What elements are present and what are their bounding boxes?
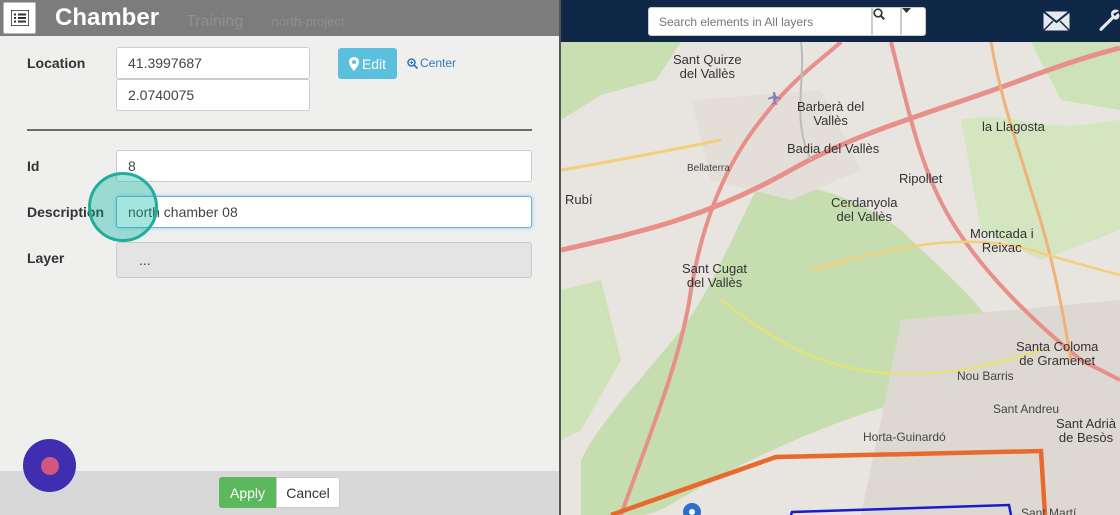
map-marker-icon bbox=[348, 56, 359, 71]
zoom-icon bbox=[407, 57, 418, 69]
place-bellaterra: Bellaterra bbox=[687, 163, 730, 174]
map-canvas[interactable] bbox=[561, 0, 1120, 515]
apply-button[interactable]: Apply bbox=[219, 477, 276, 508]
panel-header: Training north-project Chamber bbox=[0, 0, 559, 36]
search-input[interactable] bbox=[648, 7, 872, 36]
layer-label: Layer bbox=[27, 250, 65, 266]
floating-action-button[interactable] bbox=[23, 439, 76, 492]
background-tabs: Training north-project bbox=[186, 13, 369, 31]
cancel-button[interactable]: Cancel bbox=[276, 477, 340, 508]
edit-label: Edit bbox=[361, 55, 387, 72]
description-field[interactable] bbox=[116, 196, 532, 228]
place-sant-andreu: Sant Andreu bbox=[993, 402, 1060, 416]
center-label: Center bbox=[420, 56, 457, 70]
search-options-dropdown[interactable] bbox=[901, 7, 926, 36]
place-sant-adria: Sant Adrià de Besòs bbox=[1056, 416, 1116, 445]
longitude-field[interactable] bbox=[116, 79, 310, 111]
touch-indicator bbox=[88, 172, 158, 242]
caret-down-icon bbox=[902, 8, 911, 13]
panel-title: Chamber bbox=[55, 4, 160, 31]
place-barbera: Barberà del Vallès bbox=[797, 99, 865, 128]
id-field[interactable] bbox=[116, 150, 532, 182]
list-icon bbox=[10, 10, 29, 26]
center-link[interactable]: Center bbox=[407, 56, 456, 70]
tab-project: north-project bbox=[271, 14, 345, 29]
record-dot-icon bbox=[40, 456, 59, 475]
place-santa-coloma: Santa Coloma de Gramenet bbox=[1016, 339, 1099, 368]
layer-select[interactable]: ... bbox=[116, 242, 532, 278]
place-ripollet: Ripollet bbox=[899, 171, 943, 186]
latitude-field[interactable] bbox=[116, 47, 310, 79]
place-sant-marti: Sant Martí bbox=[1021, 506, 1077, 515]
tab-training: Training bbox=[186, 13, 244, 30]
place-nou-barris: Nou Barris bbox=[957, 369, 1014, 383]
place-montcada: Montcada i Reixac bbox=[970, 226, 1034, 255]
edit-panel: Training north-project Chamber Location … bbox=[0, 0, 561, 515]
place-lallagosta: la Llagosta bbox=[982, 119, 1045, 134]
place-rubi: Rubí bbox=[565, 192, 593, 207]
place-sant-quirze: Sant Quirze del Vallès bbox=[673, 52, 742, 81]
menu-button[interactable] bbox=[3, 2, 36, 34]
map-view[interactable]: Sant Quirze del Vallès Barberà del Vallès … bbox=[561, 0, 1120, 515]
layer-value: ... bbox=[139, 252, 151, 268]
search-icon bbox=[873, 8, 885, 20]
wrench-icon bbox=[1099, 9, 1120, 31]
edit-location-button[interactable]: Edit bbox=[338, 48, 397, 79]
divider bbox=[27, 129, 532, 131]
place-cerdanyola: Cerdanyola del Vallès bbox=[831, 195, 898, 224]
id-label: Id bbox=[27, 158, 40, 174]
place-horta-guinardo: Horta-Guinardó bbox=[863, 430, 946, 444]
place-badia: Badia del Vallès bbox=[787, 141, 880, 156]
envelope-icon bbox=[1043, 11, 1070, 31]
location-label: Location bbox=[27, 55, 86, 71]
map-toolbar bbox=[561, 0, 1120, 42]
search-button[interactable] bbox=[872, 7, 901, 36]
place-sant-cugat: Sant Cugat del Vallès bbox=[682, 261, 748, 290]
